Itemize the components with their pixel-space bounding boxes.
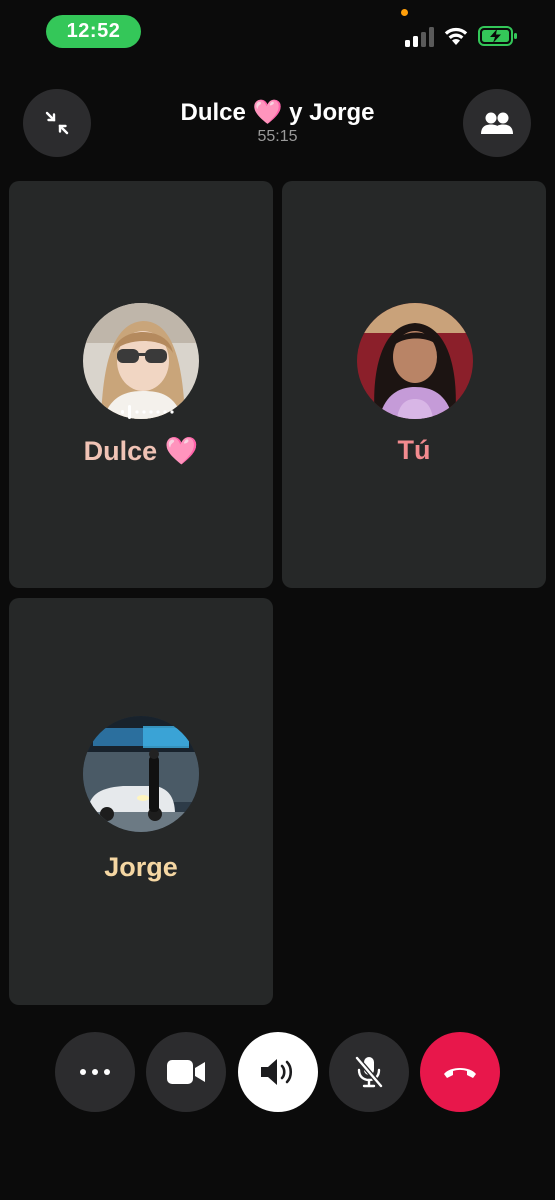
battery-charging-icon xyxy=(478,26,517,46)
avatar-self xyxy=(357,303,473,419)
speaking-indicator-icon xyxy=(121,405,174,419)
participant-name-text: Dulce xyxy=(83,436,158,466)
heart-emoji-icon: 🩷 xyxy=(164,436,199,466)
speaker-icon xyxy=(261,1059,293,1085)
status-time[interactable]: 12:52 xyxy=(46,15,141,48)
call-title-name-1: Dulce xyxy=(180,99,246,126)
end-call-button[interactable] xyxy=(420,1032,500,1112)
speaker-toggle-button[interactable] xyxy=(238,1032,318,1112)
participant-tile-jorge[interactable]: Jorge xyxy=(9,598,273,1005)
participant-tile-dulce[interactable]: Dulce 🩷 xyxy=(9,181,273,588)
participants-button[interactable] xyxy=(463,89,531,157)
phone-hangup-icon xyxy=(444,1068,476,1078)
avatar-jorge xyxy=(83,716,199,832)
ellipsis-icon xyxy=(80,1069,110,1075)
call-duration: 55:15 xyxy=(257,128,298,145)
minimize-arrows-icon xyxy=(45,111,69,135)
minimize-button[interactable] xyxy=(23,89,91,157)
status-bar: 12:52 xyxy=(0,0,555,70)
call-title-name-2: y Jorge xyxy=(289,99,375,126)
video-camera-icon xyxy=(167,1060,205,1084)
call-title: Dulce 🩷 y Jorge xyxy=(100,98,455,127)
participant-name-dulce: Dulce 🩷 xyxy=(9,435,273,467)
participant-name-self: Tú xyxy=(397,435,431,465)
people-icon xyxy=(481,112,513,134)
participant-name-jorge: Jorge xyxy=(104,852,178,882)
mute-toggle-button[interactable] xyxy=(329,1032,409,1112)
avatar-dulce xyxy=(83,303,199,419)
microphone-muted-icon xyxy=(354,1055,384,1089)
video-toggle-button[interactable] xyxy=(146,1032,226,1112)
heart-emoji-icon: 🩷 xyxy=(252,99,283,126)
wifi-icon xyxy=(444,27,468,45)
participant-tile-self[interactable]: Tú xyxy=(282,181,546,588)
privacy-indicator-dot xyxy=(401,9,408,16)
more-options-button[interactable] xyxy=(55,1032,135,1112)
cellular-signal-icon xyxy=(405,27,434,47)
